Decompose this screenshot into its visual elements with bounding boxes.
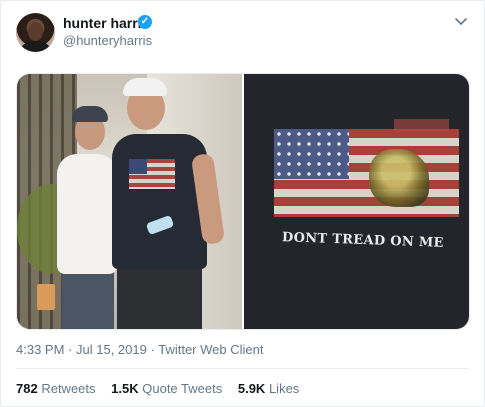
meta-separator: · (68, 342, 73, 357)
avatar-face (28, 22, 43, 41)
verified-badge-icon: ✓ (138, 15, 152, 29)
tweet-card: hunter harris ✓ @hunteryharris DONT TREA… (0, 0, 485, 407)
man-tshirt (112, 134, 207, 269)
author-avatar[interactable] (16, 13, 55, 52)
woman-cap (72, 106, 108, 122)
tweet-date-link[interactable]: Jul 15, 2019 (76, 342, 147, 357)
tweet-stats: 782 Retweets 1.5K Quote Tweets 5.9K Like… (16, 381, 311, 396)
man-pants (117, 264, 202, 329)
quotes-label: Quote Tweets (142, 381, 223, 396)
avatar-shoulder (21, 41, 50, 52)
man-cap (123, 78, 167, 96)
author-handle[interactable]: @hunteryharris (63, 33, 152, 48)
likes-stat[interactable]: 5.9K Likes (238, 381, 299, 396)
likes-count: 5.9K (237, 381, 266, 396)
author-name[interactable]: hunter harris (63, 15, 149, 31)
flag-stain (394, 119, 449, 131)
tweet-client-link[interactable]: Twitter Web Client (158, 342, 263, 357)
drink-cup (37, 284, 55, 310)
flag-canton (274, 129, 349, 179)
tshirt-flag-small (129, 159, 175, 189)
divider (16, 368, 468, 369)
tweet-meta: 4:33 PM · Jul 15, 2019 · Twitter Web Cli… (16, 342, 263, 357)
tshirt-flag-closeup (274, 129, 459, 217)
retweets-count: 782 (16, 381, 38, 396)
retweets-label: Retweets (41, 381, 96, 396)
quotes-count: 1.5K (111, 381, 139, 396)
tshirt-flag-canton (129, 159, 147, 174)
media-photo-right[interactable]: DONT TREAD ON ME (244, 74, 469, 329)
media-photo-left[interactable] (17, 74, 242, 329)
chevron-down-icon[interactable] (454, 14, 468, 28)
woman-tanktop (57, 154, 117, 274)
snake-graphic (369, 149, 429, 207)
retweets-stat[interactable]: 782 Retweets (16, 381, 96, 396)
quote-tweets-stat[interactable]: 1.5K Quote Tweets (111, 381, 222, 396)
tshirt-motto-text: DONT TREAD ON ME (281, 230, 445, 251)
meta-separator: · (150, 342, 155, 357)
likes-label: Likes (268, 381, 300, 396)
tweet-media: DONT TREAD ON ME (16, 73, 470, 330)
tweet-time-link[interactable]: 4:33 PM (16, 342, 64, 357)
